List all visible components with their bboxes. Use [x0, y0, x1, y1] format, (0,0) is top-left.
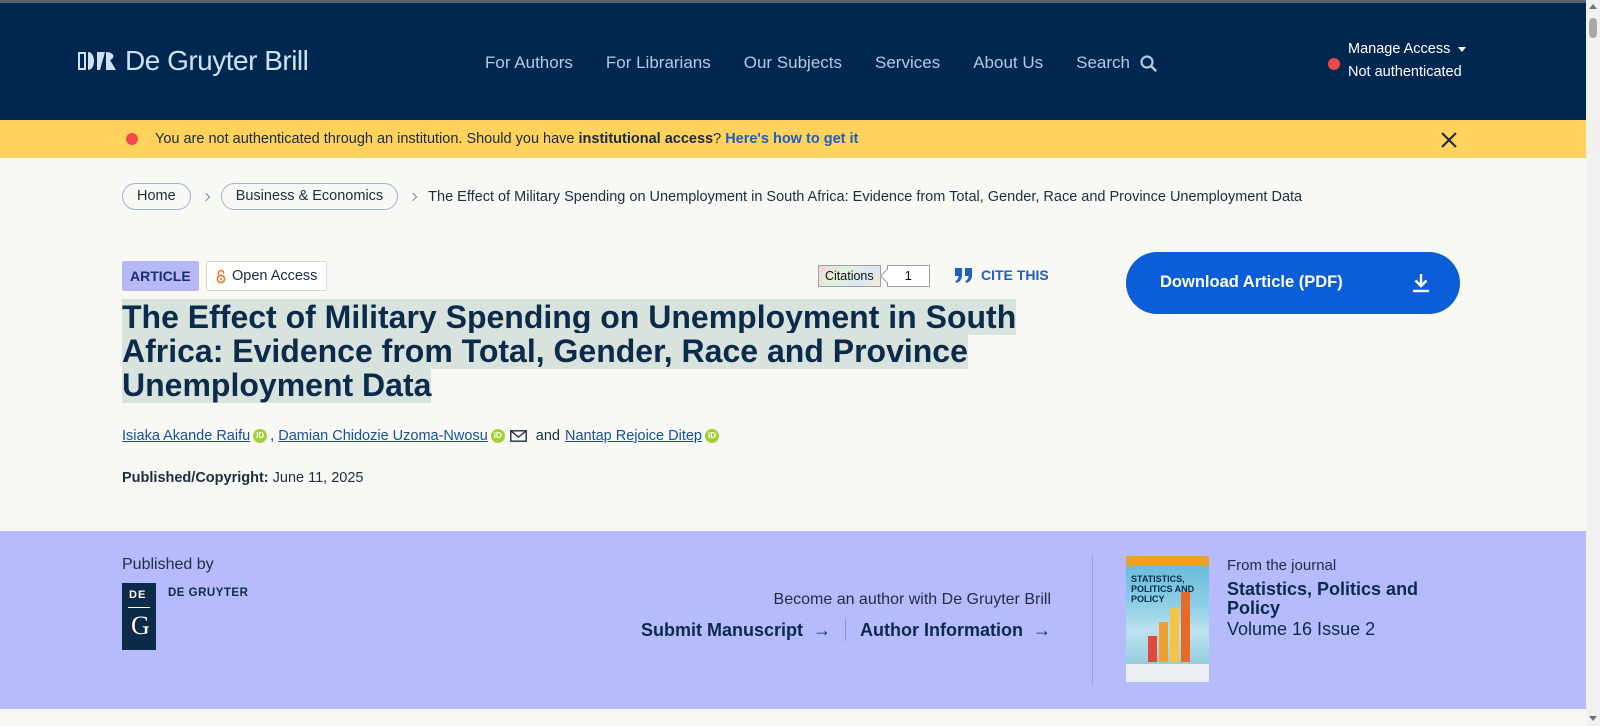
banner-text-end: ? — [713, 131, 726, 147]
orcid-icon[interactable]: iD — [705, 429, 719, 443]
close-icon[interactable] — [1439, 130, 1459, 150]
how-to-get-access-link[interactable]: Here's how to get it — [725, 131, 858, 147]
nav-our-subjects[interactable]: Our Subjects — [744, 53, 842, 73]
author-list: Isiaka Akande Raifu iD , Damian Chidozie… — [122, 428, 722, 444]
cover-bar-graphic — [1159, 622, 1168, 662]
submit-manuscript-link[interactable]: Submit Manuscript → — [641, 620, 831, 641]
cover-base — [1126, 664, 1209, 682]
scroll-down-icon[interactable] — [1589, 716, 1597, 721]
author-links: Submit Manuscript → Author Information → — [641, 619, 1051, 641]
nav-services[interactable]: Services — [875, 53, 940, 73]
cite-this-button[interactable]: CITE THIS — [955, 267, 1049, 283]
chevron-right-icon — [201, 192, 210, 201]
open-access-label: Open Access — [232, 268, 318, 284]
mail-icon[interactable] — [509, 430, 527, 442]
cover-title-text: STATISTICS, POLITICS AND POLICY — [1131, 574, 1195, 604]
manage-access-menu[interactable]: Manage Access Not authenticated — [1328, 41, 1467, 80]
manage-access-title: Manage Access — [1348, 41, 1467, 57]
cite-this-label: CITE THIS — [981, 267, 1049, 283]
scroll-up-icon[interactable] — [1589, 4, 1597, 9]
journal-volume-link[interactable]: Volume 16 Issue 2 — [1227, 619, 1375, 640]
published-by-label: Published by — [122, 556, 214, 573]
site-logo[interactable]: De Gruyter Brill — [78, 45, 309, 77]
article-title-line: Unemployment Data — [122, 367, 432, 403]
site-header: De Gruyter Brill For Authors For Librari… — [0, 3, 1586, 120]
logo-g-text: G — [131, 611, 150, 640]
access-status-text: Not authenticated — [1348, 64, 1462, 80]
article-type-badge: ARTICLE — [122, 261, 199, 291]
chevron-down-icon — [1458, 46, 1467, 52]
author-link[interactable]: Isiaka Akande Raifu — [122, 428, 250, 444]
manage-access-label: Manage Access — [1348, 41, 1451, 57]
author-separator: , — [270, 428, 279, 444]
published-date: June 11, 2025 — [272, 470, 364, 486]
submit-manuscript-label: Submit Manuscript — [641, 619, 804, 640]
quote-icon — [955, 267, 972, 283]
citations-widget[interactable]: Citations 1 — [818, 265, 930, 287]
article-title: The Effect of Military Spending on Unemp… — [122, 299, 1042, 403]
orcid-icon[interactable]: iD — [253, 429, 268, 443]
author-information-link[interactable]: Author Information → — [860, 620, 1051, 641]
cover-header-strip — [1126, 556, 1209, 566]
publisher-name: DE GRUYTER — [168, 587, 249, 599]
logo-de-text: DE — [129, 589, 147, 601]
breadcrumb: Home Business & Economics The Effect of … — [122, 183, 1302, 210]
author-information-label: Author Information — [860, 619, 1023, 640]
citations-label: Citations — [818, 265, 881, 287]
journal-name-link[interactable]: Statistics, Politics and Policy — [1227, 580, 1447, 618]
nav-for-librarians[interactable]: For Librarians — [606, 53, 711, 73]
banner-text-start: You are not authenticated through an ins… — [155, 131, 579, 147]
nav-for-authors[interactable]: For Authors — [485, 53, 573, 73]
nav-search-label: Search — [1076, 53, 1131, 72]
main-nav: For Authors For Librarians Our Subjects … — [485, 53, 1157, 73]
vertical-divider — [1092, 555, 1093, 685]
de-gruyter-logo[interactable]: DE G — [122, 583, 156, 650]
arrow-right-icon: → — [813, 619, 832, 640]
download-pdf-label: Download Article (PDF) — [1160, 273, 1343, 291]
download-pdf-button[interactable]: Download Article (PDF) — [1126, 252, 1460, 314]
page-scrollbar[interactable] — [1586, 0, 1600, 726]
arrow-right-icon: → — [1033, 619, 1051, 640]
link-divider — [845, 619, 847, 641]
brand-logo-icon — [78, 52, 116, 70]
published-label: Published/Copyright: — [122, 470, 269, 486]
breadcrumb-category[interactable]: Business & Economics — [220, 183, 399, 210]
cover-bar-graphic — [1170, 608, 1179, 662]
author-link[interactable]: Nantap Rejoice Ditep — [565, 428, 702, 444]
nav-search[interactable]: Search — [1076, 53, 1157, 73]
scroll-thumb[interactable] — [1589, 18, 1597, 38]
citations-count: 1 — [886, 265, 930, 287]
alert-dot-icon — [126, 133, 138, 145]
publication-date: Published/Copyright: June 11, 2025 — [122, 470, 363, 486]
access-status-dot — [1328, 58, 1340, 70]
breadcrumb-home[interactable]: Home — [122, 183, 191, 210]
open-access-badge: Open Access — [206, 261, 328, 291]
open-access-lock-icon — [216, 269, 226, 283]
article-title-line: The Effect of Military Spending on Unemp… — [122, 299, 1017, 335]
journal-cover-image[interactable]: STATISTICS, POLITICS AND POLICY — [1126, 556, 1209, 682]
author-conjunction: and — [535, 428, 560, 444]
institution-access-banner: You are not authenticated through an ins… — [0, 120, 1586, 158]
download-icon — [1413, 274, 1429, 293]
logo-text: De Gruyter Brill — [125, 45, 309, 76]
from-journal-label: From the journal — [1227, 557, 1337, 574]
banner-text-bold: institutional access — [578, 131, 714, 147]
banner-message: You are not authenticated through an ins… — [155, 131, 858, 147]
article-title-line: Africa: Evidence from Total, Gender, Rac… — [122, 333, 968, 369]
search-icon — [1140, 54, 1157, 72]
orcid-icon[interactable]: iD — [490, 429, 505, 443]
become-author-text: Become an author with De Gruyter Brill — [773, 591, 1051, 608]
cover-bar-graphic — [1181, 592, 1190, 662]
author-link[interactable]: Damian Chidozie Uzoma-Nwosu — [278, 428, 488, 444]
breadcrumb-current: The Effect of Military Spending on Unemp… — [428, 188, 1303, 205]
cover-bar-graphic — [1148, 636, 1157, 662]
publisher-journal-band: Published by DE G DE GRUYTER Become an a… — [0, 531, 1586, 709]
nav-about-us[interactable]: About Us — [973, 53, 1043, 73]
logo-divider — [128, 607, 150, 608]
chevron-right-icon — [408, 192, 418, 201]
